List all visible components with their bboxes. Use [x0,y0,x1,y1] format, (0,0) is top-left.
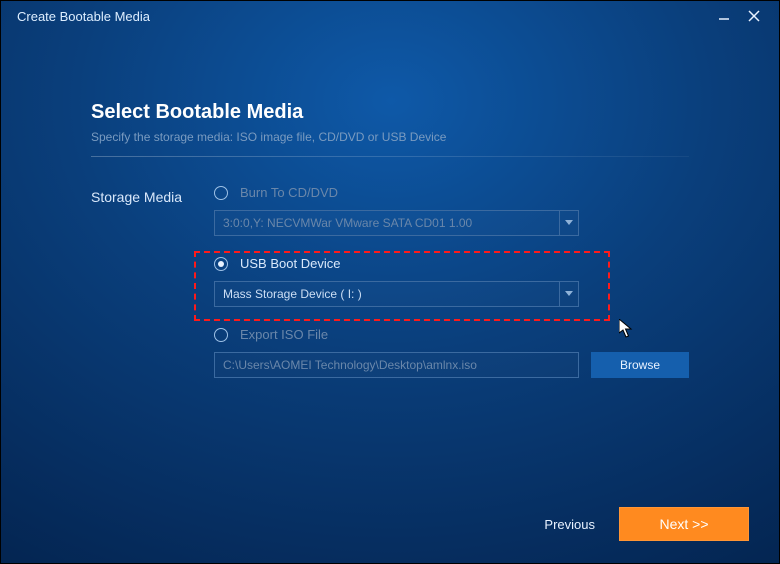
iso-path-value: C:\Users\AOMEI Technology\Desktop\amlnx.… [215,358,578,372]
chevron-down-icon[interactable] [559,282,578,306]
option-usb: USB Boot Device Mass Storage Device ( I:… [214,256,689,307]
minimize-button[interactable] [709,1,739,31]
page-subtitle: Specify the storage media: ISO image fil… [91,130,689,144]
cd-device-value: 3:0:0,Y: NECVMWar VMware SATA CD01 1.00 [215,216,559,230]
option-cd: Burn To CD/DVD 3:0:0,Y: NECVMWar VMware … [214,185,689,236]
option-usb-header[interactable]: USB Boot Device [214,256,689,271]
next-button[interactable]: Next >> [619,507,749,541]
iso-path-input[interactable]: C:\Users\AOMEI Technology\Desktop\amlnx.… [214,352,579,378]
window-title: Create Bootable Media [11,9,150,24]
usb-device-combo[interactable]: Mass Storage Device ( I: ) [214,281,579,307]
option-iso-label: Export ISO File [240,327,328,342]
close-button[interactable] [739,1,769,31]
option-cd-label: Burn To CD/DVD [240,185,338,200]
titlebar: Create Bootable Media [1,1,779,31]
footer: Previous Next >> [544,507,749,541]
options-column: Burn To CD/DVD 3:0:0,Y: NECVMWar VMware … [214,185,689,398]
usb-device-value: Mass Storage Device ( I: ) [215,287,559,301]
option-iso: Export ISO File C:\Users\AOMEI Technolog… [214,327,689,378]
browse-button[interactable]: Browse [591,352,689,378]
radio-usb-icon[interactable] [214,257,228,271]
previous-button[interactable]: Previous [544,517,595,532]
content-area: Select Bootable Media Specify the storag… [1,31,779,398]
page-title: Select Bootable Media [91,101,689,124]
radio-iso-icon[interactable] [214,328,228,342]
option-usb-label: USB Boot Device [240,256,340,271]
option-cd-header[interactable]: Burn To CD/DVD [214,185,689,200]
divider [91,156,689,157]
storage-section: Storage Media Burn To CD/DVD 3:0:0,Y: NE… [91,185,689,398]
window: Create Bootable Media Select Bootable Me… [0,0,780,564]
radio-cd-icon[interactable] [214,186,228,200]
chevron-down-icon[interactable] [559,211,578,235]
option-iso-header[interactable]: Export ISO File [214,327,689,342]
cd-device-combo[interactable]: 3:0:0,Y: NECVMWar VMware SATA CD01 1.00 [214,210,579,236]
storage-media-label: Storage Media [91,185,214,398]
